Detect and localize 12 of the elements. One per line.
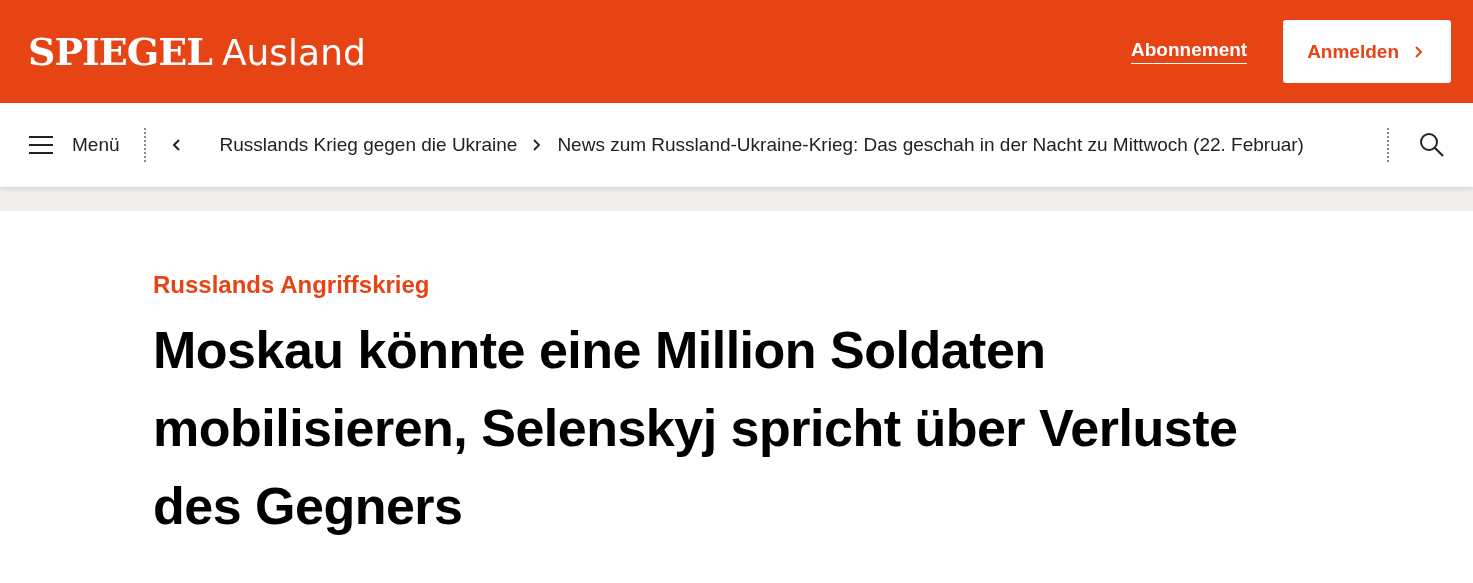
menu-icon	[28, 135, 54, 155]
login-button[interactable]: Anmelden	[1283, 20, 1451, 83]
logo[interactable]: SPIEGEL	[28, 29, 212, 74]
menu-button[interactable]: Menü	[28, 134, 120, 156]
subscription-link[interactable]: Abonnement	[1131, 39, 1248, 64]
section-title[interactable]: Ausland	[221, 32, 366, 73]
chevron-right-icon	[1413, 44, 1425, 59]
breadcrumb-link[interactable]: Russlands Krieg gegen die Ukraine	[219, 134, 518, 156]
article-kicker: Russlands Angriffskrieg	[153, 271, 431, 299]
article-headline: Moskau könnte eine Million Soldaten mobilisieren, Selenskyj spricht über Verluste des Gegners	[153, 320, 1239, 537]
breadcrumb-link[interactable]: News zum Russland-Ukraine-Krieg: Das geschah in der Nacht zu Mittwoch (22. Februar)	[557, 134, 1304, 156]
search-icon[interactable]	[1419, 132, 1445, 158]
